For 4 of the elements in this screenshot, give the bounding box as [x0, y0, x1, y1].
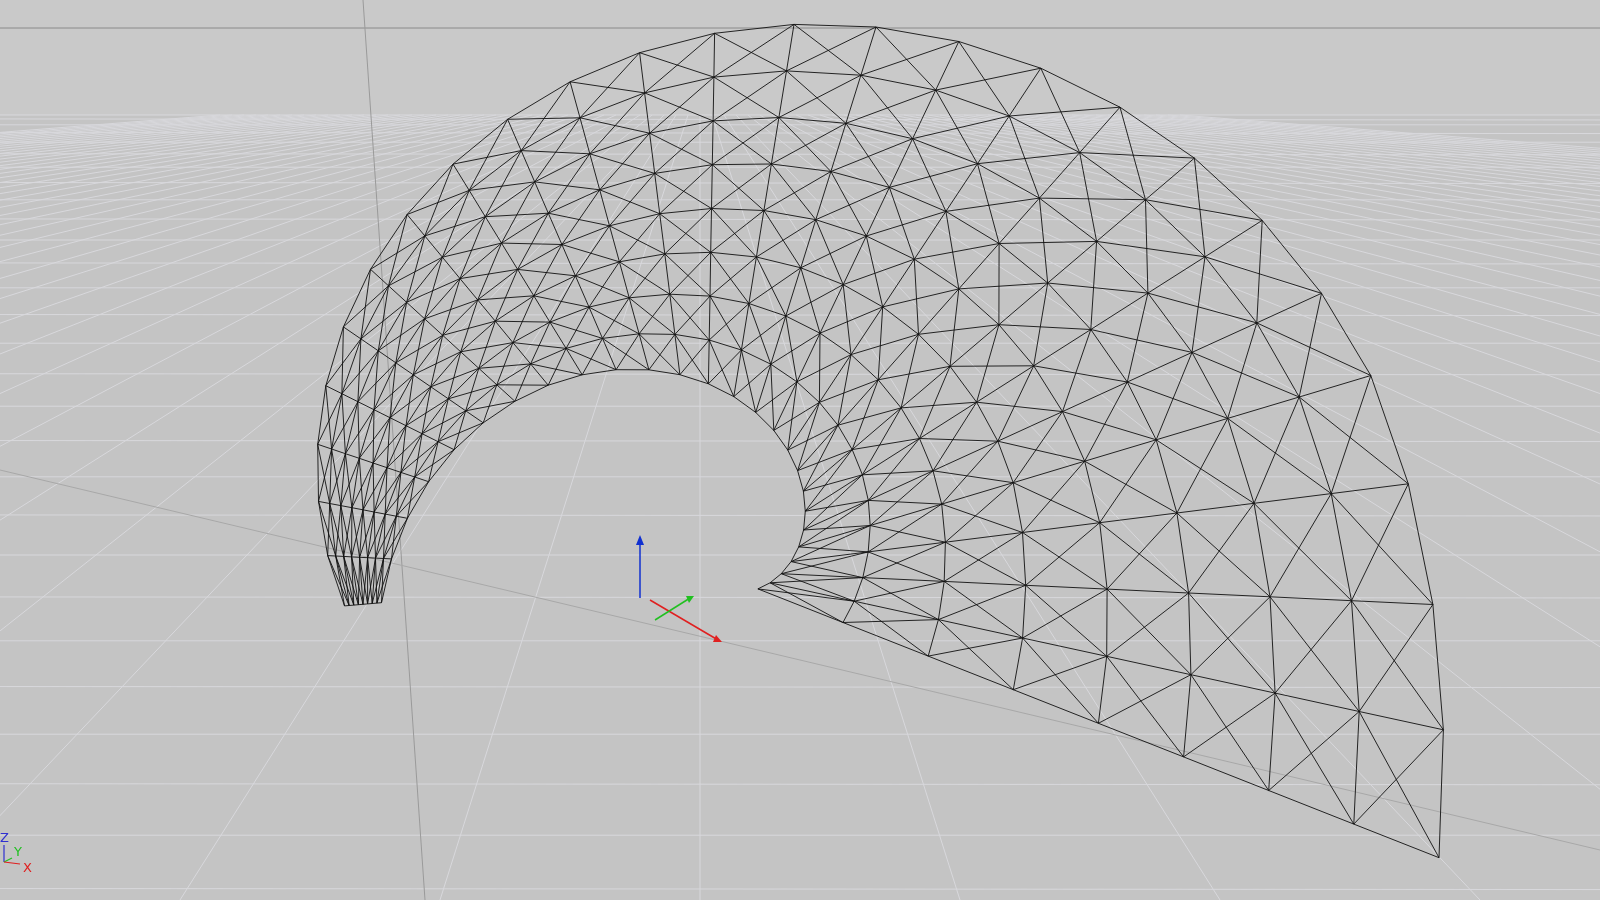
z-axis-label: Z — [0, 830, 9, 845]
viewport-canvas[interactable]: Z Y X — [0, 0, 1600, 900]
y-axis-label: Y — [14, 844, 22, 859]
x-axis-label: X — [23, 860, 32, 875]
